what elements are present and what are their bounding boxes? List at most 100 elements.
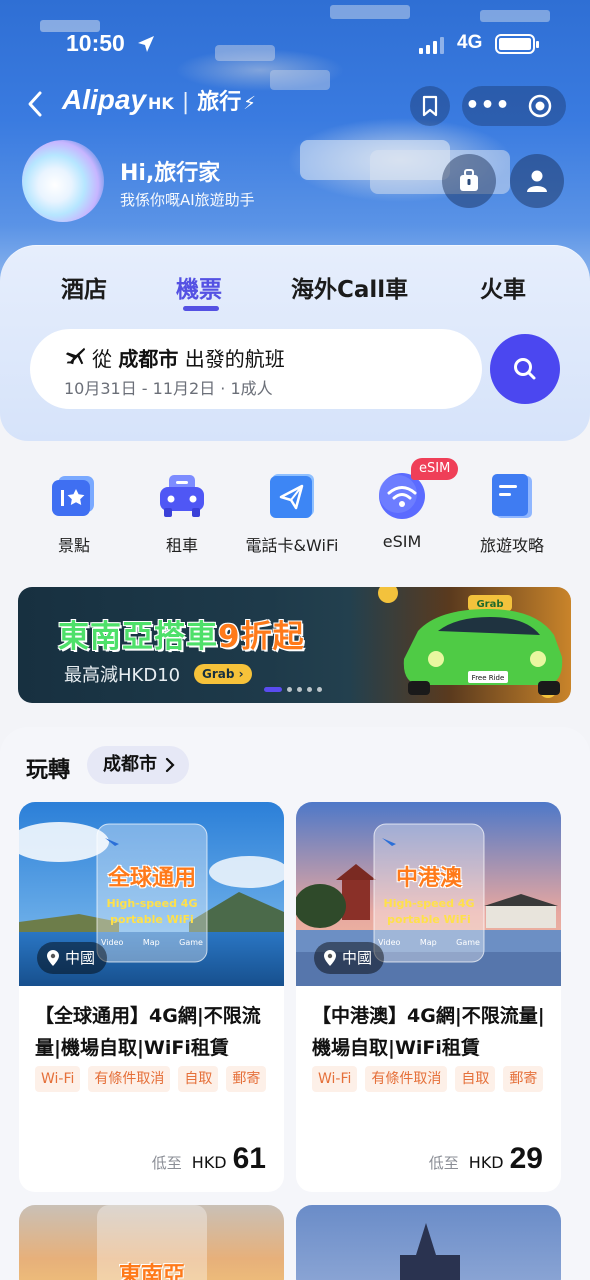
price-currency: HKD: [468, 1153, 504, 1172]
product-image-meta-game: Game: [179, 938, 203, 947]
product-tag: Wi-Fi: [35, 1066, 81, 1092]
back-chevron-icon[interactable]: [24, 90, 48, 118]
brand-name: Alipay: [62, 84, 147, 115]
route-suffix: 出發的航班: [184, 347, 285, 371]
target-icon: [528, 94, 552, 118]
location-pin-icon: [47, 950, 59, 966]
product-tag: Wi-Fi: [312, 1066, 358, 1092]
quick-link-label: 電話卡&WiFi: [245, 536, 339, 555]
quick-link-label: 租車: [165, 536, 198, 555]
castle-illustration: [400, 1223, 460, 1280]
more-options-icon[interactable]: •••: [462, 86, 514, 126]
location-tag: 中國: [37, 942, 108, 974]
product-image-title: 中港澳: [395, 866, 462, 891]
location-label: 中國: [65, 949, 96, 967]
quick-link-attractions[interactable]: 景點: [19, 470, 129, 556]
section-title: 玩轉: [26, 758, 71, 783]
location-arrow-icon: [138, 36, 154, 52]
product-image-meta-map: Map: [142, 938, 160, 947]
attraction-ticket-icon: [48, 470, 100, 522]
product-tag: 有條件取消: [88, 1066, 171, 1092]
signal-strength-icon: [419, 36, 444, 54]
quick-link-label: 旅遊攻略: [479, 536, 544, 555]
carousel-indicator: [264, 687, 322, 692]
tab-train[interactable]: 火車: [480, 270, 526, 304]
brand-separator: |: [181, 90, 190, 115]
promo-banner[interactable]: 東南亞搭車9折起 最高減HKD10 Grab › Grab Free Ride: [18, 587, 571, 703]
product-card-partial[interactable]: 東南亞: [19, 1205, 284, 1280]
product-card-partial[interactable]: [296, 1205, 561, 1280]
grab-pill-label: Grab: [202, 667, 235, 681]
ai-assistant-orb[interactable]: [22, 140, 104, 222]
product-image: 中港澳 High-speed 4G portable WiFi Video Map…: [296, 802, 561, 986]
sim-wifi-icon: [266, 470, 318, 522]
quick-link-label: eSIM: [382, 532, 422, 551]
tab-hotel[interactable]: 酒店: [61, 270, 107, 304]
product-tag: 自取: [455, 1066, 496, 1092]
travel-guide-icon: [486, 470, 538, 522]
app-brand: Alipay HK | 旅行 ⚡: [62, 84, 256, 116]
product-image-title: 東南亞: [118, 1263, 185, 1280]
grab-car-illustration: Grab Free Ride: [403, 595, 563, 695]
grab-pill: Grab ›: [194, 664, 252, 684]
product-title: 【全球通用】4G網|不限流量|機場自取|WiFi租賃: [35, 1005, 261, 1059]
departure-city: 成都市: [118, 347, 179, 371]
user-icon: [527, 170, 547, 192]
product-tags: Wi-Fi 有條件取消 自取 郵寄: [312, 1066, 552, 1092]
product-tag: 郵寄: [503, 1066, 544, 1092]
city-selector[interactable]: 成都市: [87, 746, 189, 784]
bookmark-button[interactable]: [410, 86, 450, 126]
product-card[interactable]: 全球通用 High-speed 4G portable WiFi Video Ma…: [19, 802, 284, 1192]
product-image-title: 全球通用: [107, 866, 196, 891]
greeting-title: Hi,旅行家: [120, 161, 221, 186]
quick-link-sim-wifi[interactable]: 電話卡&WiFi: [237, 470, 347, 556]
car-sign: Grab: [476, 599, 503, 610]
tab-car-hailing[interactable]: 海外Call車: [291, 270, 408, 304]
brand-suffix: HK: [148, 94, 174, 113]
car-rental-icon: [156, 470, 208, 522]
location-tag: 中國: [314, 942, 385, 974]
product-image: 全球通用 High-speed 4G portable WiFi Video Ma…: [19, 802, 284, 986]
profile-button[interactable]: [510, 154, 564, 208]
airplane-icon: [65, 347, 86, 365]
banner-title-discount: 9折起: [218, 619, 305, 655]
product-tag: 自取: [178, 1066, 219, 1092]
bookmark-icon: [422, 95, 438, 117]
quick-link-esim[interactable]: eSIM: [347, 470, 457, 551]
product-image-meta-map: Map: [419, 938, 437, 947]
search-button[interactable]: [490, 334, 560, 404]
banner-title: 東南亞搭車9折起: [58, 611, 305, 656]
sparkle-icon: ⚡: [243, 93, 256, 114]
battery-icon: [495, 34, 539, 54]
esim-badge: eSIM: [411, 458, 459, 480]
flight-search-field[interactable]: 從 成都市 出發的航班 10月31日 - 11月2日 · 1成人: [30, 329, 482, 409]
close-miniapp-button[interactable]: [514, 94, 566, 118]
product-image-subtitle: High-speed 4G portable WiFi: [106, 897, 198, 926]
product-image-meta: Video Map Game: [101, 938, 203, 947]
city-selector-label: 成都市: [103, 754, 157, 775]
tab-flights[interactable]: 機票: [176, 270, 222, 304]
product-card[interactable]: 中港澳 High-speed 4G portable WiFi Video Map…: [296, 802, 561, 1192]
quick-link-car-rental[interactable]: 租車: [127, 470, 237, 556]
product-tags: Wi-Fi 有條件取消 自取 郵寄: [35, 1066, 275, 1092]
product-price: 低至 HKD 61: [152, 1142, 266, 1176]
product-title: 【中港澳】4G網|不限流量|機場自取|WiFi租賃: [312, 1005, 545, 1059]
price-amount: 61: [232, 1142, 266, 1175]
search-icon: [514, 358, 536, 380]
product-tag: 郵寄: [226, 1066, 267, 1092]
search-route: 從 成都市 出發的航班: [92, 343, 285, 372]
active-tab-indicator: [183, 306, 219, 311]
luggage-icon: [460, 169, 478, 191]
nav-bar: Alipay HK | 旅行 ⚡ •••: [0, 80, 590, 128]
miniapp-capsule: •••: [462, 86, 566, 126]
product-image-meta: Video Map Game: [378, 938, 480, 947]
brand-section: 旅行: [197, 90, 242, 115]
route-prefix: 從: [92, 347, 112, 371]
price-amount: 29: [509, 1142, 543, 1175]
quick-link-travel-guide[interactable]: 旅遊攻略: [457, 470, 567, 556]
price-prefix: 低至: [428, 1154, 459, 1172]
price-currency: HKD: [191, 1153, 227, 1172]
greeting-subtitle: 我係你嘅AI旅遊助手: [120, 191, 255, 209]
product-image-meta-video: Video: [378, 938, 401, 947]
luggage-button[interactable]: [442, 154, 496, 208]
